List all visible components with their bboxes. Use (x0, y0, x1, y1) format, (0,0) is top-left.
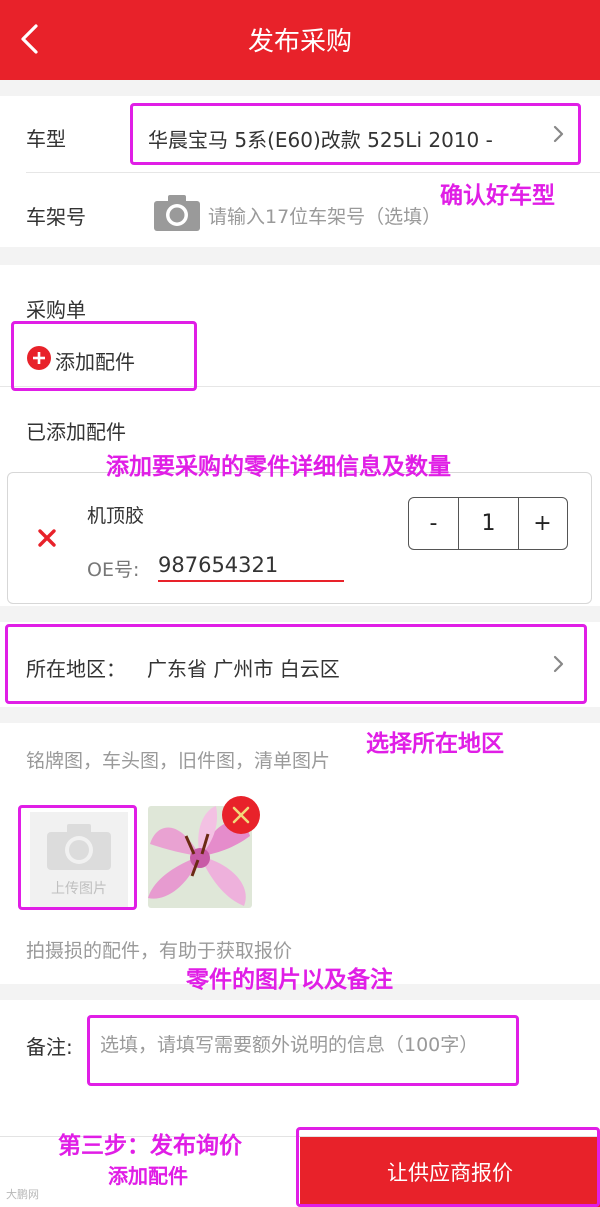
decrement-button[interactable]: - (409, 498, 459, 549)
row-divider (26, 172, 600, 173)
annotation-choose-region: 选择所在地区 (366, 731, 504, 757)
annotation-box-model (130, 103, 581, 165)
oe-label: OE号: (87, 559, 140, 581)
photo-footer-hint: 拍摄损的配件，有助于获取报价 (26, 940, 293, 962)
annotation-add-part-detail: 添加要采购的零件详细信息及数量 (106, 454, 451, 480)
section-gap (0, 247, 600, 265)
annotation-box-add-part (11, 321, 197, 391)
section-gap (0, 606, 600, 622)
annotation-box-remark (87, 1015, 519, 1086)
section-gap (0, 80, 600, 96)
quantity-value[interactable]: 1 (459, 498, 519, 549)
purchase-section-title: 采购单 (26, 298, 86, 322)
vin-label: 车架号 (26, 205, 86, 229)
watermark: 大鹏网 (6, 1188, 39, 1201)
camera-icon[interactable] (154, 195, 200, 231)
annotation-photo-remark: 零件的图片以及备注 (186, 967, 393, 993)
annotation-confirm-model: 确认好车型 (440, 183, 555, 209)
model-label: 车型 (26, 127, 66, 151)
quantity-stepper: - 1 + (408, 497, 568, 550)
annotation-step-three: 第三步：发布询价 (58, 1133, 242, 1159)
delete-photo-button[interactable] (222, 796, 260, 834)
photo-hint: 铭牌图，车头图，旧件图，清单图片 (26, 750, 331, 772)
part-name: 机顶胶 (87, 505, 145, 527)
oe-value[interactable]: 987654321 (158, 553, 278, 577)
remark-label: 备注: (26, 1035, 73, 1059)
added-parts-title: 已添加配件 (26, 420, 126, 444)
section-gap (0, 707, 600, 723)
increment-button[interactable]: + (519, 498, 566, 549)
top-bar: 发布采购 (0, 0, 600, 80)
oe-underline (158, 580, 344, 582)
annotation-box-upload (18, 805, 137, 910)
vin-input[interactable]: 请输入17位车架号（选填） (208, 202, 441, 229)
bottom-add-part-button[interactable]: 添加配件 (108, 1160, 188, 1189)
close-icon[interactable] (37, 528, 57, 548)
page-title: 发布采购 (247, 27, 352, 57)
annotation-box-region (5, 624, 587, 704)
annotation-box-submit (296, 1127, 600, 1207)
